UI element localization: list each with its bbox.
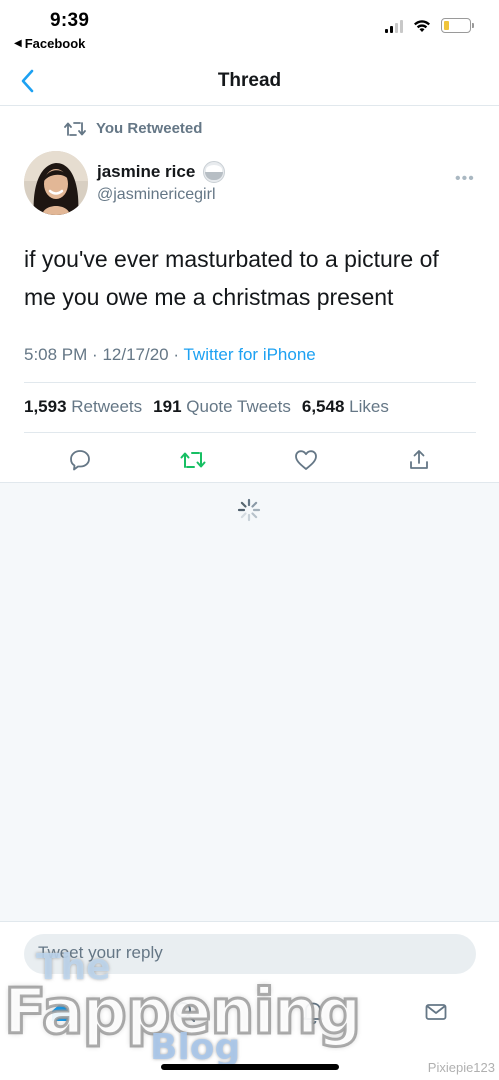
signal-icon xyxy=(385,19,403,33)
divider xyxy=(24,432,476,433)
credit-label: Pixiepie123 xyxy=(427,1060,495,1075)
tab-bar xyxy=(0,985,499,1045)
tweet-actions xyxy=(0,440,499,480)
quotes-stat[interactable]: 191 Quote Tweets xyxy=(153,397,291,417)
tweet-time: 5:08 PM xyxy=(24,345,88,364)
more-options-icon[interactable]: ••• xyxy=(455,170,475,188)
navigation-bar: Thread xyxy=(0,58,499,106)
divider xyxy=(24,382,476,383)
retweet-active-icon xyxy=(180,452,206,468)
meta-separator: · xyxy=(173,345,180,364)
tab-home[interactable] xyxy=(46,997,76,1027)
bell-icon xyxy=(303,1002,323,1025)
battery-icon xyxy=(441,18,474,33)
status-time: 9:39 xyxy=(50,10,90,31)
back-arrow-icon: ◀ xyxy=(14,38,22,49)
share-icon xyxy=(410,450,428,469)
home-icon xyxy=(52,1003,70,1021)
tweet-text: if you've ever masturbated to a picture … xyxy=(24,246,439,310)
tab-messages[interactable] xyxy=(421,997,451,1027)
mail-icon xyxy=(425,1004,447,1020)
rice-bowl-icon xyxy=(203,161,226,183)
retweets-stat[interactable]: 1,593 Retweets xyxy=(24,397,142,417)
loading-spinner-icon xyxy=(237,498,261,522)
reply-input[interactable]: Tweet your reply xyxy=(24,934,476,974)
author-name-row[interactable]: jasmine rice xyxy=(97,161,226,183)
reply-button[interactable] xyxy=(66,446,94,474)
avatar[interactable] xyxy=(24,151,88,215)
search-icon xyxy=(175,1002,195,1022)
like-button[interactable] xyxy=(292,446,320,474)
tweet-meta: 5:08 PM · 12/17/20 · Twitter for iPhone xyxy=(24,345,316,365)
wifi-icon xyxy=(414,19,430,32)
quotes-count: 191 xyxy=(153,397,182,416)
quotes-label: Quote Tweets xyxy=(186,397,291,416)
replies-area xyxy=(0,482,499,922)
status-icons xyxy=(385,18,474,33)
retweets-label: Retweets xyxy=(71,397,143,416)
page-title: Thread xyxy=(217,70,282,91)
tweet-stats: 1,593 Retweets 191 Quote Tweets 6,548 Li… xyxy=(24,397,389,417)
author-handle[interactable]: @jasminericegirl xyxy=(97,186,216,204)
author-name: jasmine rice xyxy=(97,162,196,181)
retweet-button[interactable] xyxy=(179,446,207,474)
tweet-date: 12/17/20 xyxy=(102,345,169,364)
likes-label: Likes xyxy=(349,397,389,416)
retweets-count: 1,593 xyxy=(24,397,67,416)
heart-icon xyxy=(295,450,317,470)
avatar-photo xyxy=(24,151,88,215)
share-button[interactable] xyxy=(405,446,433,474)
social-context: You Retweeted xyxy=(64,120,202,137)
retweet-icon xyxy=(64,121,86,136)
back-app-label: Facebook xyxy=(24,36,86,51)
reply-icon xyxy=(70,450,90,471)
tab-search[interactable] xyxy=(170,997,200,1027)
social-context-label: You Retweeted xyxy=(96,120,203,137)
meta-separator: · xyxy=(92,345,98,364)
back-to-app-link[interactable]: ◀ Facebook xyxy=(14,36,85,51)
home-indicator[interactable] xyxy=(161,1064,339,1070)
tweet-source-link[interactable]: Twitter for iPhone xyxy=(183,345,315,364)
likes-count: 6,548 xyxy=(301,397,345,416)
likes-stat[interactable]: 6,548 Likes xyxy=(302,397,389,417)
tab-notifications[interactable] xyxy=(298,997,328,1027)
